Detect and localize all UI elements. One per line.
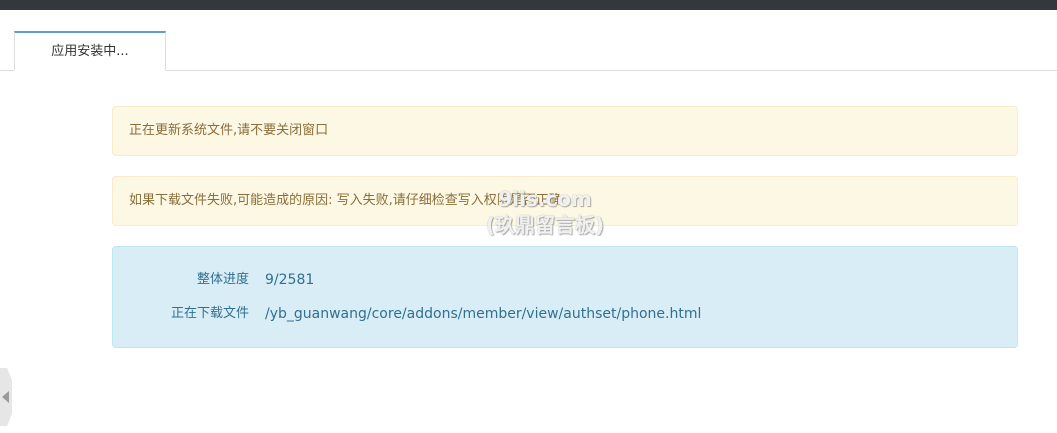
side-collapse-handle[interactable]	[0, 368, 12, 426]
downloading-file-label: 正在下载文件	[170, 306, 249, 321]
downloading-file-value: /yb_guanwang/core/addons/member/view/aut…	[265, 306, 702, 322]
tab-app-installing[interactable]: 应用安装中...	[14, 31, 166, 71]
overall-progress-row: 整体进度 9/2581	[113, 270, 1017, 290]
tab-strip: 应用安装中...	[0, 31, 1057, 71]
caret-left-icon	[2, 391, 9, 403]
alert-failure-hint: 如果下载文件失败,可能造成的原因: 写入失败,请仔细检查写入权限是否正确	[112, 176, 1018, 226]
top-bar	[0, 0, 1057, 10]
overall-progress-label: 整体进度	[196, 272, 249, 287]
progress-panel: 整体进度 9/2581 正在下载文件 /yb_guanwang/core/add…	[112, 246, 1018, 348]
overall-progress-value: 9/2581	[265, 272, 315, 288]
alert-updating: 正在更新系统文件,请不要关闭窗口	[112, 106, 1018, 156]
downloading-file-row: 正在下载文件 /yb_guanwang/core/addons/member/v…	[113, 304, 1017, 324]
